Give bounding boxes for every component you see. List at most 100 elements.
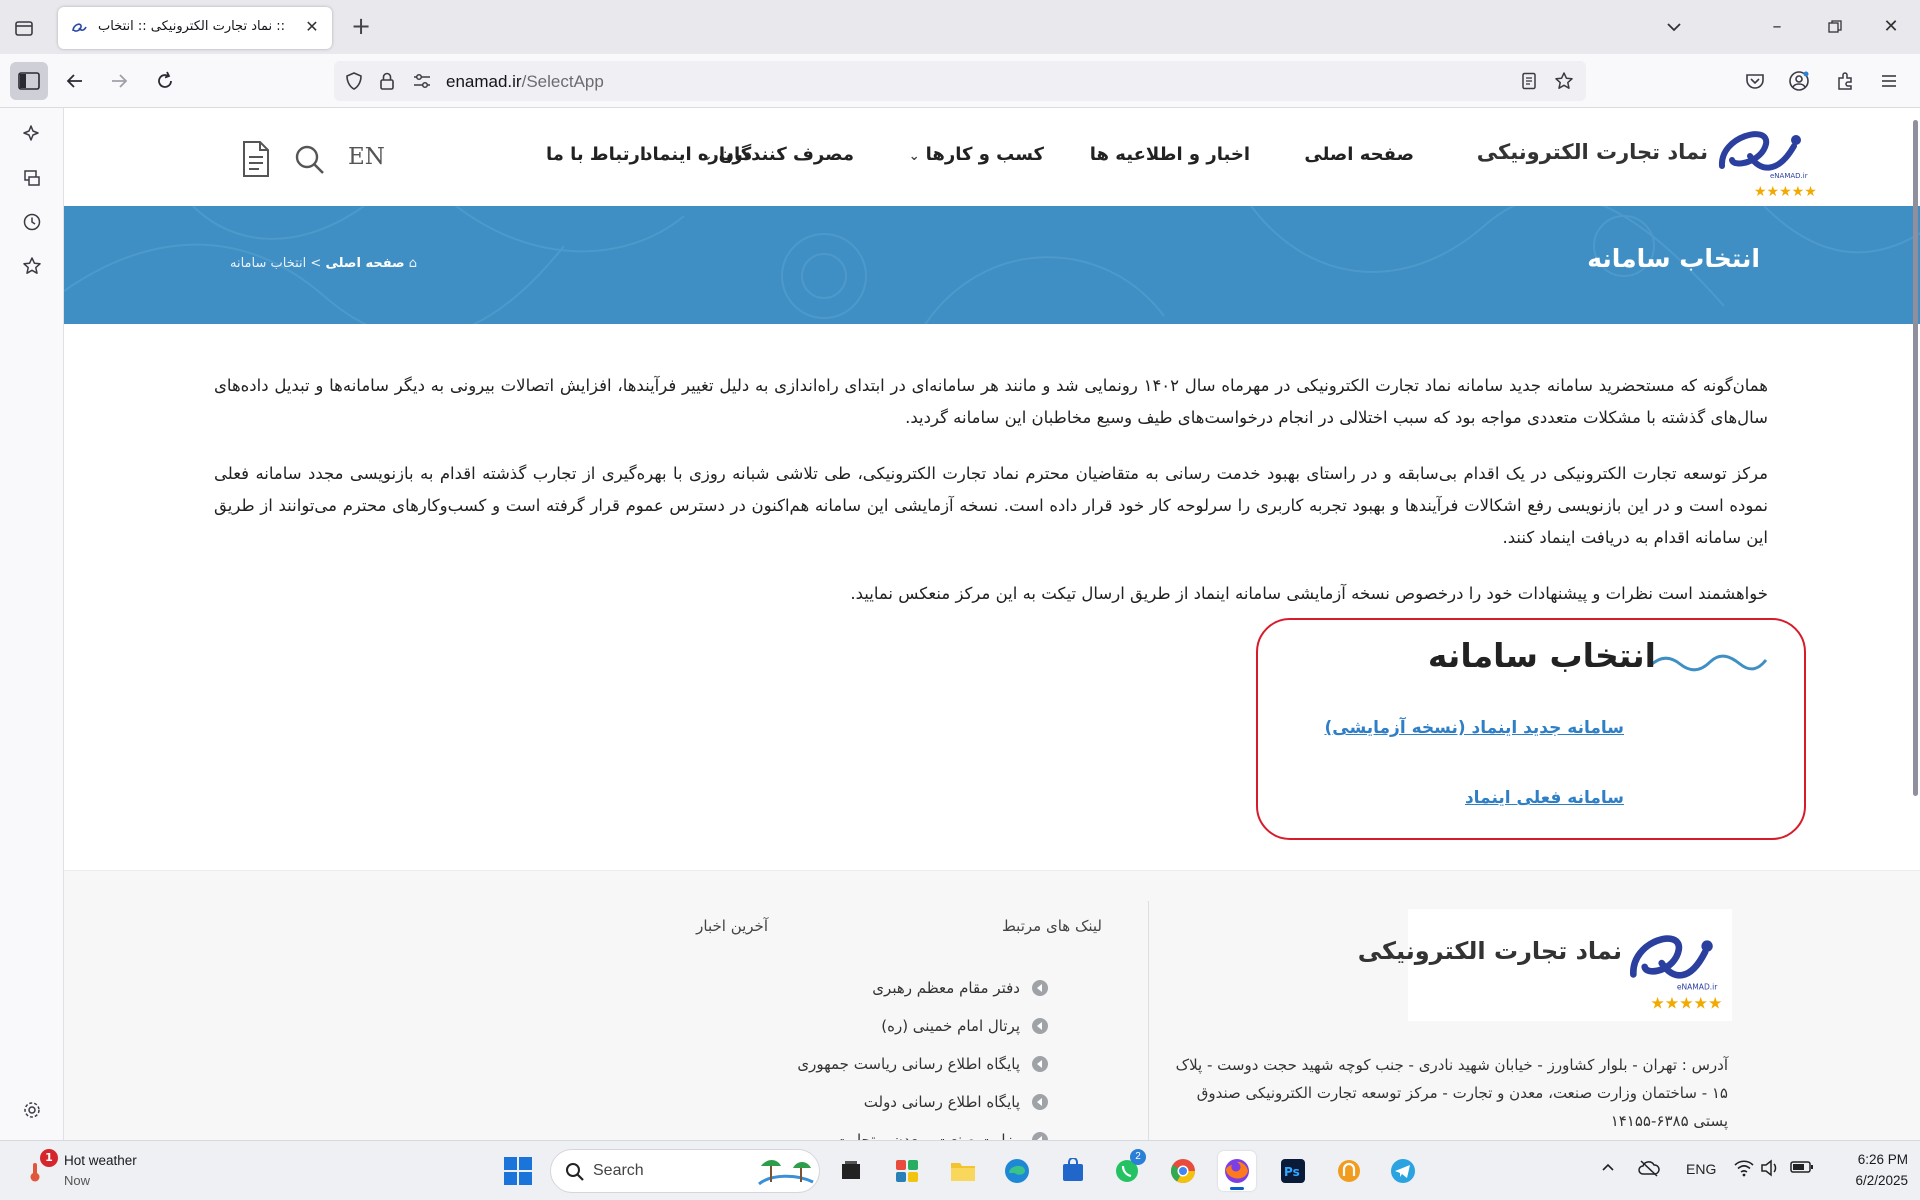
url-domain: enamad.ir [446,72,522,91]
sidebar-settings-gear-icon[interactable] [18,1096,46,1124]
nav-contact[interactable]: ارتباط با ما [546,144,646,165]
input-language[interactable]: ENG [1686,1161,1716,1177]
nav-news[interactable]: اخبار و اطلاعیه ها [1090,144,1250,165]
svg-text:Ps: Ps [1284,1165,1300,1179]
new-tab-button[interactable]: + [348,14,374,40]
related-link[interactable]: دفتر مقام معظم رهبری [872,979,1020,997]
bookmarks-star-icon[interactable] [18,252,46,280]
svg-text:eNAMAD.ir: eNAMAD.ir [1677,983,1718,992]
wifi-icon[interactable] [1734,1159,1754,1180]
volume-icon[interactable] [1760,1159,1780,1180]
url-path: /SelectApp [521,72,604,91]
enamad-logo[interactable]: نماد تجارت الکترونیکی eNAMAD.ir ★★★★★ [1477,116,1820,200]
url-bar[interactable]: enamad.ir/SelectApp [334,61,1586,101]
nav-businesses[interactable]: کسب و کارها ⌄ [909,144,1044,165]
arrow-bullet-icon [1032,1132,1048,1140]
minimize-icon[interactable]: – [1762,12,1792,42]
back-arrow-icon[interactable] [60,66,90,96]
whatsapp-badge: 2 [1130,1149,1146,1165]
related-link[interactable]: وزارت صنعت، معدن و تجارت [836,1131,1020,1140]
url-text[interactable]: enamad.ir/SelectApp [446,72,604,92]
arrow-bullet-icon [1032,1094,1048,1110]
search-icon[interactable] [294,144,326,176]
history-clock-icon[interactable] [18,208,46,236]
firefox-view-icon[interactable] [10,14,38,42]
tab-close-icon[interactable]: ✕ [302,17,322,37]
browser-tab-active[interactable]: :: نماد تجارت الکترونیکی :: انتخاب ✕ [58,7,332,49]
show-hidden-icons-chevron-icon[interactable] [1600,1159,1616,1178]
restore-icon[interactable] [1820,12,1850,42]
list-item[interactable]: پرتال امام خمینی (ره) [648,1007,1048,1045]
system-clock[interactable]: 6:26 PM 6/2/2025 [1828,1149,1908,1191]
lock-icon[interactable] [378,71,396,91]
account-icon[interactable] [1784,66,1814,96]
header-tools: EN [240,140,390,180]
home-icon[interactable]: ⌂ [409,256,417,271]
battery-icon[interactable] [1790,1159,1814,1178]
taskbar-search[interactable]: Search [550,1149,820,1193]
task-view-icon[interactable] [832,1151,870,1191]
list-all-tabs-chevron-icon[interactable] [1662,16,1686,38]
related-link[interactable]: پایگاه اطلاع رسانی دولت [864,1093,1020,1111]
breadcrumb-home[interactable]: صفحه اصلی [325,256,404,271]
bookmark-star-icon[interactable] [1554,71,1574,91]
pocket-icon[interactable] [1740,66,1770,96]
browser-tab-bar: :: نماد تجارت الکترونیکی :: انتخاب ✕ + –… [0,0,1920,54]
nav-about[interactable]: درباره اینماد [643,144,752,165]
related-links-title: لینک های مرتبط [1001,917,1102,935]
list-item[interactable]: دفتر مقام معظم رهبری [648,969,1048,1007]
notification-badge: 1 [40,1149,58,1167]
current-system-link[interactable]: سامانه فعلی اینماد [1465,788,1624,808]
weather-subtitle: Now [64,1173,91,1188]
latest-news-title: آخرین اخبار [696,917,768,935]
reader-view-icon[interactable] [1520,72,1538,90]
breadcrumb-separator: > [310,256,322,271]
photoshop-icon[interactable]: Ps [1274,1151,1312,1191]
vpn-app-icon[interactable] [1330,1151,1368,1191]
file-explorer-icon[interactable] [944,1151,982,1191]
arrow-bullet-icon [1032,1018,1048,1034]
document-icon[interactable] [240,140,272,178]
intro-paragraph: همان‌گونه که مستحضرید سامانه جدید سامانه… [214,376,1769,427]
footer-divider [1148,901,1149,1140]
sidebar-toggle-icon[interactable] [10,62,48,100]
microsoft-365-icon[interactable] [888,1151,926,1191]
main-navigation: صفحه اصلی اخبار و اطلاعیه ها کسب و کارها… [546,138,1514,174]
extensions-icon[interactable] [1830,66,1860,96]
cloud-sync-off-icon[interactable] [1638,1159,1660,1180]
site-footer: نماد تجارت الکترونیکی eNAMAD.ir ★★★★★ آد… [64,870,1920,1140]
footer-logo[interactable]: نماد تجارت الکترونیکی eNAMAD.ir ★★★★★ [1358,909,1732,1021]
ai-chatbot-icon[interactable] [18,120,46,148]
nav-home[interactable]: صفحه اصلی [1304,144,1414,165]
related-link[interactable]: پرتال امام خمینی (ره) [881,1017,1020,1035]
arrow-bullet-icon [1032,1056,1048,1072]
chrome-icon[interactable] [1164,1151,1202,1191]
svg-text:★★★★★: ★★★★★ [1650,993,1722,1012]
edge-browser-icon[interactable] [998,1151,1036,1191]
telegram-icon[interactable] [1384,1151,1422,1191]
related-link[interactable]: پایگاه اطلاع رسانی ریاست جمهوری [797,1055,1020,1073]
app-menu-icon[interactable] [1874,66,1904,96]
page-scrollbar[interactable] [1913,120,1918,796]
reload-icon[interactable] [150,66,180,96]
list-item[interactable]: وزارت صنعت، معدن و تجارت [648,1121,1048,1140]
clock-time: 6:26 PM [1857,1152,1908,1167]
windows-start-icon[interactable] [502,1155,534,1187]
language-switch-en[interactable]: EN [348,144,385,170]
new-system-link[interactable]: سامانه جدید اینماد (نسخه آزمایشی) [1325,718,1625,738]
svg-text:eNAMAD.ir: eNAMAD.ir [1770,172,1808,180]
list-item[interactable]: پایگاه اطلاع رسانی دولت [648,1083,1048,1121]
microsoft-store-icon[interactable] [1054,1151,1092,1191]
permissions-icon[interactable] [412,73,432,89]
forward-arrow-icon[interactable] [104,66,134,96]
whatsapp-icon[interactable]: 2 [1108,1149,1146,1191]
chevron-down-icon: ⌄ [908,149,920,164]
tracking-shield-icon[interactable] [344,71,364,91]
window-close-icon[interactable]: ✕ [1876,12,1906,42]
firefox-icon[interactable] [1218,1151,1256,1191]
arrow-bullet-icon [1032,980,1048,996]
list-item[interactable]: پایگاه اطلاع رسانی ریاست جمهوری [648,1045,1048,1083]
synced-tabs-icon[interactable] [18,164,46,192]
weather-widget[interactable]: 1 Hot weather Now [24,1149,214,1193]
tab-title: :: نماد تجارت الکترونیکی :: انتخاب [98,19,285,34]
